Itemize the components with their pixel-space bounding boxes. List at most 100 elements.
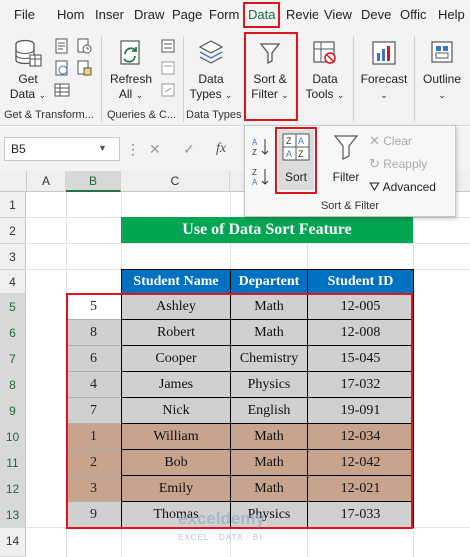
row-header[interactable]: 4 (0, 270, 26, 294)
tab-developer[interactable]: Deve (361, 0, 392, 30)
chevron-down-icon: ⌄ (336, 90, 345, 100)
insert-function-icon[interactable]: fx (216, 141, 226, 157)
cell-id[interactable]: 17-033 (307, 501, 414, 528)
from-table-icon[interactable] (54, 82, 70, 98)
cell-name[interactable]: James (121, 371, 231, 398)
cell-dept[interactable]: Math (230, 475, 308, 502)
cell-dept[interactable]: Physics (230, 371, 308, 398)
row-header[interactable]: 7 (0, 346, 26, 372)
enter-icon[interactable]: ✓ (183, 141, 195, 158)
cell-id[interactable]: 12-005 (307, 293, 414, 320)
helper-number-cell[interactable]: 6 (66, 346, 121, 372)
tab-draw[interactable]: Draw (134, 0, 166, 30)
watermark-text: exceldemy (178, 509, 265, 528)
cell-name[interactable]: Emily (121, 475, 231, 502)
sort-filter-button[interactable]: Sort & Filter ⌄ (248, 38, 292, 103)
recent-sources-icon[interactable] (76, 38, 92, 54)
tab-page-layout[interactable]: Page (172, 0, 202, 30)
tab-insert[interactable]: Inser (95, 0, 127, 30)
row-header[interactable]: 3 (0, 244, 26, 270)
cell-name[interactable]: Cooper (121, 345, 231, 372)
row-header[interactable]: 10 (0, 424, 26, 450)
sort-a-to-z-button[interactable]: A Z (251, 136, 271, 161)
cell-name[interactable]: Bob (121, 449, 231, 476)
properties-icon[interactable] (160, 60, 176, 76)
cell-id[interactable]: 15-045 (307, 345, 414, 372)
tab-file[interactable]: File (14, 0, 40, 30)
cell-id[interactable]: 12-042 (307, 449, 414, 476)
row-header[interactable]: 2 (0, 218, 26, 244)
cell-id[interactable]: 12-034 (307, 423, 414, 450)
clear-button[interactable]: ✕ Clear (369, 132, 412, 150)
tab-review[interactable]: Revie (286, 0, 318, 30)
data-types-button[interactable]: Data Types ⌄ (188, 38, 234, 103)
cell-id[interactable]: 19-091 (307, 397, 414, 424)
tab-help[interactable]: Help (438, 0, 468, 30)
helper-number-cell[interactable]: 4 (66, 372, 121, 398)
helper-number-cell[interactable]: 9 (66, 502, 121, 528)
cell-id[interactable]: 12-008 (307, 319, 414, 346)
row-header[interactable]: 5 (0, 294, 26, 320)
outline-button[interactable]: Outline ⌄ (419, 38, 465, 103)
worksheet-grid[interactable]: A B C D E 1 2 3 4 5 6 7 8 9 10 11 12 13 … (0, 171, 470, 557)
advanced-button[interactable]: ⛛ Advanced (369, 178, 436, 196)
row-header[interactable]: 8 (0, 372, 26, 398)
row-header[interactable]: 9 (0, 398, 26, 424)
from-text-icon[interactable] (54, 38, 70, 54)
table-row: Robert Math 12-008 (121, 319, 414, 346)
data-table: Student Name Departent Student ID Ashley… (121, 269, 414, 528)
data-tools-button[interactable]: Data Tools ⌄ (303, 38, 347, 103)
cell-name[interactable]: Nick (121, 397, 231, 424)
helper-number-cell[interactable]: 8 (66, 320, 121, 346)
row-header[interactable]: 11 (0, 450, 26, 476)
from-web-icon[interactable] (54, 60, 70, 76)
chevron-down-icon[interactable]: ▼ (98, 143, 107, 153)
cell-name[interactable]: Robert (121, 319, 231, 346)
cell-dept[interactable]: Math (230, 449, 308, 476)
cell-id[interactable]: 12-021 (307, 475, 414, 502)
helper-number-cell[interactable]: 3 (66, 476, 121, 502)
tab-home[interactable]: Hom (57, 0, 87, 30)
column-header-c[interactable]: C (121, 171, 230, 192)
helper-number-cell[interactable]: 7 (66, 398, 121, 424)
sort-z-to-a-button[interactable]: Z A (251, 166, 271, 191)
cell-name[interactable]: Ashley (121, 293, 231, 320)
tab-office[interactable]: Offic (400, 0, 432, 30)
outline-label: Outline (422, 72, 462, 86)
get-data-button[interactable]: Get Data ⌄ (6, 38, 50, 103)
select-all-corner[interactable] (0, 171, 27, 192)
helper-number-cell[interactable]: 1 (66, 424, 121, 450)
row-header[interactable]: 6 (0, 320, 26, 346)
tab-formulas[interactable]: Form (209, 0, 240, 30)
data-tools-label2: Tools (305, 87, 334, 101)
row-header[interactable]: 14 (0, 528, 26, 557)
existing-connections-icon[interactable] (76, 60, 92, 76)
helper-column: 586471239 (66, 294, 121, 528)
column-header-a[interactable]: A (27, 171, 66, 192)
tab-data[interactable]: Data (248, 0, 278, 30)
column-header-b[interactable]: B (66, 171, 121, 192)
edit-links-icon[interactable] (160, 82, 176, 98)
queries-connections-icon[interactable] (160, 38, 176, 54)
table-row: William Math 12-034 (121, 423, 414, 450)
filter-button[interactable]: Filter (327, 130, 365, 190)
forecast-button[interactable]: Forecast ⌄ (358, 38, 410, 103)
cell-dept[interactable]: Math (230, 319, 308, 346)
cell-dept[interactable]: Math (230, 293, 308, 320)
refresh-all-button[interactable]: Refresh All ⌄ (108, 38, 154, 103)
sort-button[interactable]: Z A A Z Sort (278, 130, 314, 190)
cell-dept[interactable]: Chemistry (230, 345, 308, 372)
cell-dept[interactable]: English (230, 397, 308, 424)
cell-dept[interactable]: Math (230, 423, 308, 450)
table-row: Bob Math 12-042 (121, 449, 414, 476)
cancel-icon[interactable]: ✕ (149, 141, 161, 158)
helper-number-cell[interactable]: 5 (66, 294, 121, 320)
row-header[interactable]: 1 (0, 192, 26, 218)
tab-view[interactable]: View (324, 0, 354, 30)
cell-name[interactable]: William (121, 423, 231, 450)
row-header[interactable]: 12 (0, 476, 26, 502)
cell-id[interactable]: 17-032 (307, 371, 414, 398)
reapply-button[interactable]: ↻ Reapply (369, 155, 427, 173)
row-header[interactable]: 13 (0, 502, 26, 528)
helper-number-cell[interactable]: 2 (66, 450, 121, 476)
